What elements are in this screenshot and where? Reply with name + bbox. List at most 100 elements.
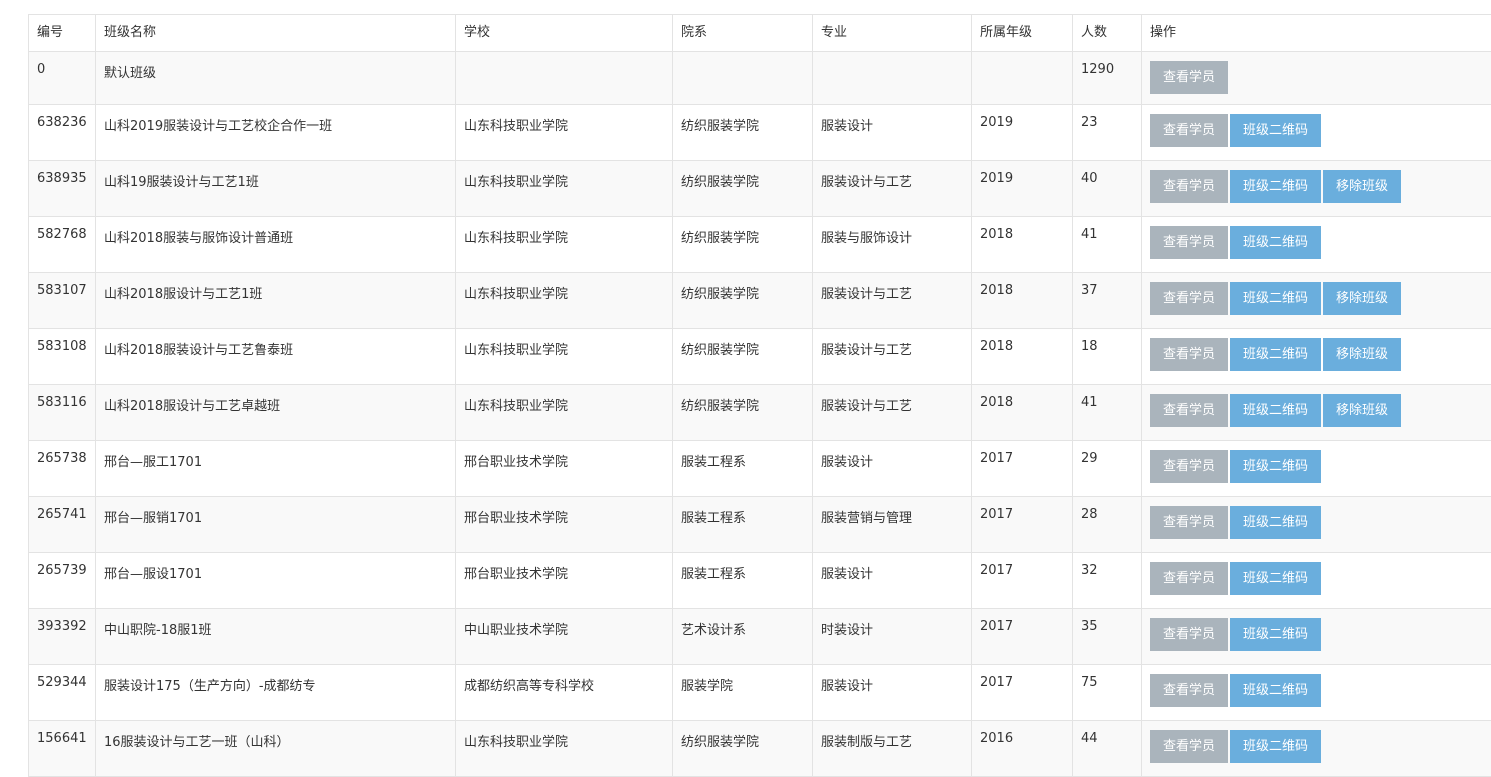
- view-students-button[interactable]: 查看学员: [1150, 730, 1228, 763]
- cell-class-name: 山科2018服设计与工艺1班: [96, 273, 456, 329]
- cell-school: 中山职业技术学院: [456, 609, 673, 665]
- remove-class-button[interactable]: 移除班级: [1323, 282, 1401, 315]
- table-header: 编号 班级名称 学校 院系 专业 所属年级 人数 操作: [29, 15, 1491, 52]
- header-grade: 所属年级: [972, 15, 1073, 52]
- cell-class-id: 638236: [29, 105, 96, 161]
- view-students-button[interactable]: 查看学员: [1150, 170, 1228, 203]
- class-qrcode-button[interactable]: 班级二维码: [1230, 394, 1321, 427]
- table-row: 0默认班级 1290查看学员: [29, 52, 1491, 105]
- cell-department: 服装工程系: [673, 497, 813, 553]
- cell-grade: 2018: [972, 385, 1073, 441]
- view-students-button[interactable]: 查看学员: [1150, 674, 1228, 707]
- cell-grade: 2018: [972, 329, 1073, 385]
- view-students-button[interactable]: 查看学员: [1150, 618, 1228, 651]
- table-row: 265741邢台—服销1701邢台职业技术学院服装工程系服装营销与管理20172…: [29, 497, 1491, 553]
- cell-student-count: 37: [1073, 273, 1142, 329]
- cell-department: 服装工程系: [673, 553, 813, 609]
- view-students-button[interactable]: 查看学员: [1150, 114, 1228, 147]
- cell-class-id: 0: [29, 52, 96, 105]
- class-qrcode-button[interactable]: 班级二维码: [1230, 338, 1321, 371]
- cell-grade: 2017: [972, 497, 1073, 553]
- remove-class-button[interactable]: 移除班级: [1323, 170, 1401, 203]
- cell-class-name: 服装设计175（生产方向）-成都纺专: [96, 665, 456, 721]
- cell-class-id: 583108: [29, 329, 96, 385]
- cell-operations: 查看学员班级二维码: [1142, 441, 1491, 497]
- cell-student-count: 28: [1073, 497, 1142, 553]
- class-qrcode-button[interactable]: 班级二维码: [1230, 674, 1321, 707]
- cell-department: 纺织服装学院: [673, 217, 813, 273]
- cell-student-count: 35: [1073, 609, 1142, 665]
- table-row: 529344服装设计175（生产方向）-成都纺专成都纺织高等专科学校服装学院服装…: [29, 665, 1491, 721]
- header-id: 编号: [29, 15, 96, 52]
- view-students-button[interactable]: 查看学员: [1150, 394, 1228, 427]
- cell-major: [813, 52, 972, 105]
- cell-major: 服装设计: [813, 665, 972, 721]
- view-students-button[interactable]: 查看学员: [1150, 61, 1228, 94]
- cell-department: 纺织服装学院: [673, 721, 813, 777]
- view-students-button[interactable]: 查看学员: [1150, 338, 1228, 371]
- class-table: 编号 班级名称 学校 院系 专业 所属年级 人数 操作 0默认班级1290查看学…: [28, 14, 1491, 777]
- cell-school: 山东科技职业学院: [456, 105, 673, 161]
- view-students-button[interactable]: 查看学员: [1150, 506, 1228, 539]
- cell-school: 山东科技职业学院: [456, 385, 673, 441]
- cell-operations: 查看学员班级二维码: [1142, 721, 1491, 777]
- table-row: 638935山科19服装设计与工艺1班山东科技职业学院纺织服装学院服装设计与工艺…: [29, 161, 1491, 217]
- cell-operations: 查看学员班级二维码移除班级: [1142, 385, 1491, 441]
- cell-class-id: 583116: [29, 385, 96, 441]
- cell-grade: 2019: [972, 105, 1073, 161]
- cell-class-id: 638935: [29, 161, 96, 217]
- cell-major: 服装设计: [813, 441, 972, 497]
- header-class-name: 班级名称: [96, 15, 456, 52]
- cell-student-count: 1290: [1073, 52, 1142, 105]
- view-students-button[interactable]: 查看学员: [1150, 450, 1228, 483]
- view-students-button[interactable]: 查看学员: [1150, 282, 1228, 315]
- header-student-count: 人数: [1073, 15, 1142, 52]
- table-row: 265739邢台—服设1701邢台职业技术学院服装工程系服装设计201732查看…: [29, 553, 1491, 609]
- class-qrcode-button[interactable]: 班级二维码: [1230, 114, 1321, 147]
- cell-operations: 查看学员班级二维码: [1142, 105, 1491, 161]
- cell-department: [673, 52, 813, 105]
- class-qrcode-button[interactable]: 班级二维码: [1230, 506, 1321, 539]
- cell-department: 纺织服装学院: [673, 161, 813, 217]
- cell-department: 纺织服装学院: [673, 329, 813, 385]
- header-row: 编号 班级名称 学校 院系 专业 所属年级 人数 操作: [29, 15, 1491, 52]
- class-qrcode-button[interactable]: 班级二维码: [1230, 170, 1321, 203]
- table-row: 583107山科2018服设计与工艺1班山东科技职业学院纺织服装学院服装设计与工…: [29, 273, 1491, 329]
- class-qrcode-button[interactable]: 班级二维码: [1230, 282, 1321, 315]
- view-students-button[interactable]: 查看学员: [1150, 226, 1228, 259]
- remove-class-button[interactable]: 移除班级: [1323, 394, 1401, 427]
- cell-grade: 2016: [972, 721, 1073, 777]
- class-qrcode-button[interactable]: 班级二维码: [1230, 562, 1321, 595]
- header-department: 院系: [673, 15, 813, 52]
- class-qrcode-button[interactable]: 班级二维码: [1230, 226, 1321, 259]
- cell-class-name: 中山职院-18服1班: [96, 609, 456, 665]
- class-qrcode-button[interactable]: 班级二维码: [1230, 730, 1321, 763]
- cell-grade: [972, 52, 1073, 105]
- cell-class-name: 默认班级: [96, 52, 456, 105]
- class-qrcode-button[interactable]: 班级二维码: [1230, 618, 1321, 651]
- cell-operations: 查看学员班级二维码移除班级: [1142, 329, 1491, 385]
- cell-grade: 2017: [972, 441, 1073, 497]
- cell-school: 山东科技职业学院: [456, 161, 673, 217]
- cell-class-id: 582768: [29, 217, 96, 273]
- cell-class-name: 山科2018服装与服饰设计普通班: [96, 217, 456, 273]
- cell-school: 邢台职业技术学院: [456, 497, 673, 553]
- cell-student-count: 40: [1073, 161, 1142, 217]
- cell-class-id: 265738: [29, 441, 96, 497]
- cell-student-count: 18: [1073, 329, 1142, 385]
- header-operations: 操作: [1142, 15, 1491, 52]
- cell-student-count: 44: [1073, 721, 1142, 777]
- cell-major: 服装与服饰设计: [813, 217, 972, 273]
- view-students-button[interactable]: 查看学员: [1150, 562, 1228, 595]
- cell-class-id: 583107: [29, 273, 96, 329]
- class-qrcode-button[interactable]: 班级二维码: [1230, 450, 1321, 483]
- table-body: 0默认班级1290查看学员638236山科2019服装设计与工艺校企合作一班山东…: [29, 52, 1491, 777]
- table-row: 583116山科2018服设计与工艺卓越班山东科技职业学院纺织服装学院服装设计与…: [29, 385, 1491, 441]
- table-row: 583108山科2018服装设计与工艺鲁泰班山东科技职业学院纺织服装学院服装设计…: [29, 329, 1491, 385]
- cell-grade: 2017: [972, 665, 1073, 721]
- cell-major: 服装设计与工艺: [813, 273, 972, 329]
- cell-student-count: 75: [1073, 665, 1142, 721]
- cell-grade: 2018: [972, 217, 1073, 273]
- cell-school: [456, 52, 673, 105]
- remove-class-button[interactable]: 移除班级: [1323, 338, 1401, 371]
